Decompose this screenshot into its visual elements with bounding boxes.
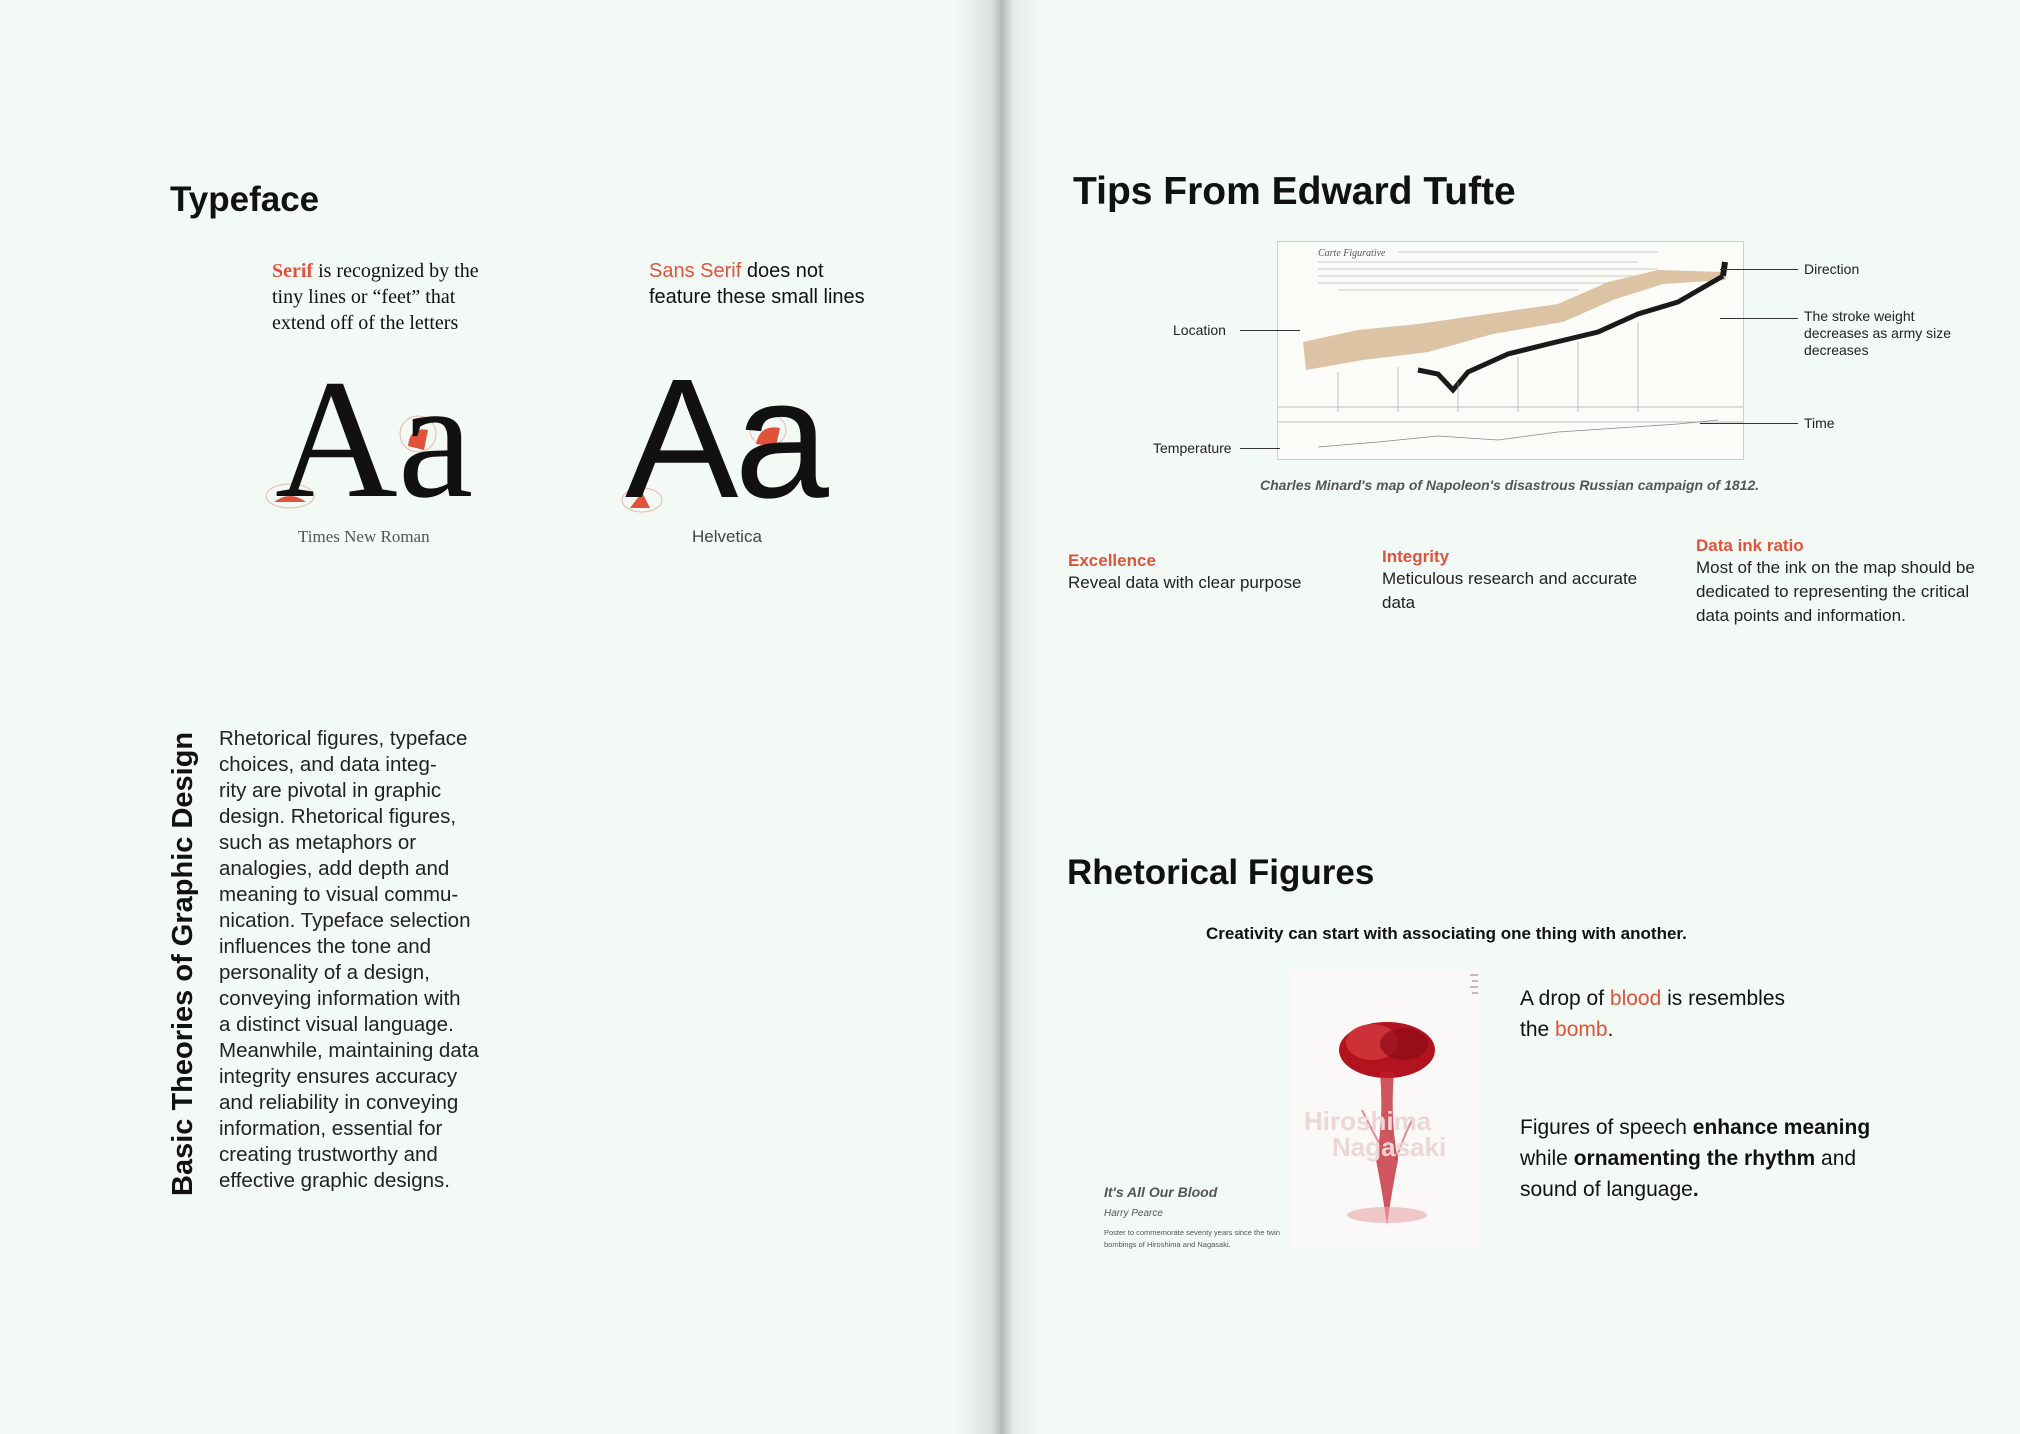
tip-title: Excellence bbox=[1068, 551, 1156, 570]
section-title-vertical: Basic Theories of Graphic Design bbox=[167, 731, 199, 1196]
body-line: personality of a design, bbox=[219, 961, 430, 984]
body-line: integrity ensures accuracy bbox=[219, 1065, 458, 1088]
serif-font-caption: Times New Roman bbox=[298, 527, 430, 546]
blood-bomb-statement: A drop of blood is resembles the bomb. bbox=[1520, 983, 1820, 1045]
statement-bold: enhance meaning bbox=[1692, 1116, 1871, 1139]
statement-text: A drop of bbox=[1520, 987, 1610, 1010]
statement-accent-bomb: bomb bbox=[1555, 1018, 1608, 1041]
body-line: rity are pivotal in graphic bbox=[219, 779, 442, 802]
annotation-direction-line bbox=[1720, 269, 1798, 270]
annotation-temperature-line bbox=[1240, 448, 1280, 449]
body-line: analogies, add depth and bbox=[219, 857, 450, 880]
body-line: Meanwhile, maintaining data bbox=[219, 1039, 479, 1062]
poster-description: Poster to commemorate seventy years sinc… bbox=[1104, 1228, 1280, 1249]
annotation-time-line bbox=[1700, 423, 1798, 424]
annotation-stroke-line3: decreases bbox=[1804, 342, 1869, 358]
body-line: information, essential for bbox=[219, 1117, 443, 1140]
annotation-location-line bbox=[1240, 330, 1300, 331]
statement-text: . bbox=[1607, 1018, 1614, 1041]
body-line: meaning to visual commu- bbox=[219, 883, 459, 906]
sans-serif-font-caption: Helvetica bbox=[692, 527, 762, 546]
left-page: Typeface Serif is recognized by the tiny… bbox=[0, 0, 1000, 1434]
annotation-time: Time bbox=[1804, 415, 1835, 431]
tip-integrity: Integrity Meticulous research and accura… bbox=[1382, 547, 1652, 615]
poster-illustration: Hiroshima Nagasaki bbox=[1292, 970, 1482, 1248]
annotation-location: Location bbox=[1173, 322, 1226, 338]
serif-glyph-sample: Aa bbox=[275, 345, 474, 533]
body-line: choices, and data integ- bbox=[219, 753, 437, 776]
rhetorical-subheading: Creativity can start with associating on… bbox=[1206, 924, 1687, 943]
statement-bold: ornamenting the rhythm bbox=[1573, 1147, 1816, 1170]
statement-text: Figures of speech bbox=[1520, 1116, 1693, 1139]
typeface-heading: Typeface bbox=[170, 180, 320, 219]
tip-body: Most of the ink on the map should be ded… bbox=[1696, 558, 1975, 625]
body-line: creating trustworthy and bbox=[219, 1143, 438, 1166]
body-line: effective graphic designs. bbox=[219, 1169, 450, 1192]
tip-data-ink-ratio: Data ink ratio Most of the ink on the ma… bbox=[1696, 536, 1976, 628]
body-line: Rhetorical figures, typeface bbox=[219, 727, 468, 750]
sans-serif-description: Sans Serif does not feature these small … bbox=[649, 258, 869, 310]
body-line: and reliability in conveying bbox=[219, 1091, 459, 1114]
sans-serif-word: Sans Serif bbox=[649, 260, 742, 282]
tip-body: Meticulous research and accurate data bbox=[1382, 569, 1638, 612]
serif-word: Serif bbox=[272, 260, 314, 282]
blood-bomb-poster: Hiroshima Nagasaki bbox=[1292, 970, 1482, 1248]
tufte-heading: Tips From Edward Tufte bbox=[1073, 170, 1516, 213]
figures-of-speech-statement: Figures of speech enhance meaning while … bbox=[1520, 1112, 1880, 1205]
body-line: such as metaphors or bbox=[219, 831, 417, 854]
minard-caption: Charles Minard's map of Napoleon's disas… bbox=[1260, 477, 1760, 493]
serif-description: Serif is recognized by the tiny lines or… bbox=[272, 258, 512, 336]
sans-serif-glyph-sample: Aa bbox=[625, 344, 829, 534]
tip-title: Data ink ratio bbox=[1696, 536, 1804, 555]
poster-overlay-line2: Nagasaki bbox=[1332, 1132, 1446, 1162]
annotation-direction: Direction bbox=[1804, 261, 1860, 277]
statement-bold: . bbox=[1692, 1178, 1699, 1201]
tip-title: Integrity bbox=[1382, 547, 1450, 566]
annotation-stroke-line2: decreases as army size bbox=[1804, 325, 1952, 341]
tip-excellence: Excellence Reveal data with clear purpos… bbox=[1068, 551, 1328, 595]
body-line: a distinct visual language. bbox=[219, 1013, 454, 1036]
statement-text: while bbox=[1520, 1147, 1574, 1170]
body-paragraph: Rhetorical figures, typeface choices, an… bbox=[219, 726, 519, 1194]
poster-caption: It's All Our Blood Harry Pearce Poster t… bbox=[1104, 1184, 1294, 1251]
body-line: influences the tone and bbox=[219, 935, 431, 958]
tip-body: Reveal data with clear purpose bbox=[1068, 573, 1302, 592]
annotation-stroke-line bbox=[1720, 318, 1798, 319]
statement-accent-blood: blood bbox=[1609, 987, 1662, 1010]
annotation-temperature: Temperature bbox=[1153, 440, 1232, 456]
minard-map-drawing: Carte Figurative bbox=[1278, 248, 1743, 448]
body-line: design. Rhetorical figures, bbox=[219, 805, 457, 828]
annotation-stroke: The stroke weight decreases as army size… bbox=[1804, 308, 1951, 359]
body-line: nication. Typeface selection bbox=[219, 909, 471, 932]
map-title: Carte Figurative bbox=[1318, 248, 1386, 259]
annotation-stroke-line1: The stroke weight bbox=[1804, 308, 1915, 324]
poster-title: It's All Our Blood bbox=[1104, 1184, 1218, 1200]
poster-author: Harry Pearce bbox=[1104, 1208, 1163, 1219]
rhetorical-heading: Rhetorical Figures bbox=[1067, 853, 1375, 892]
minard-map-image: Carte Figurative bbox=[1277, 241, 1744, 460]
body-line: conveying information with bbox=[219, 987, 461, 1010]
